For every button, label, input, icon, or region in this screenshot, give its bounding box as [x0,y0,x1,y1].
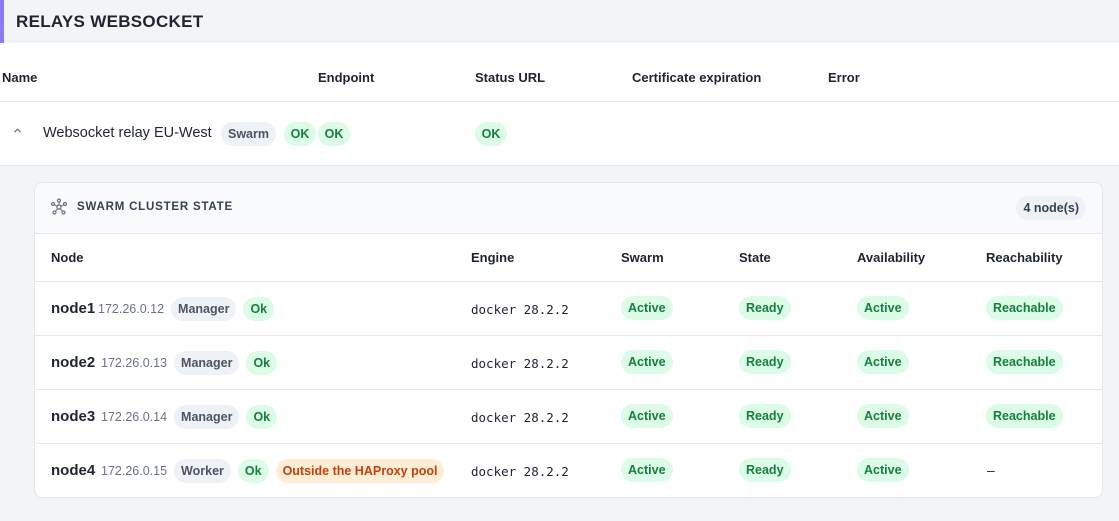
node-availability-badge: Active [857,458,909,482]
col-name: Name [2,70,38,85]
node-health-badge: Ok [246,405,278,429]
endpoint-ok-badge: OK [284,122,316,146]
node-meta: 172.26.0.12 Manager Ok [98,297,275,321]
cluster-icon [50,198,68,216]
node-meta: 172.26.0.13 Manager Ok [101,351,278,375]
node-meta: 172.26.0.14 Manager Ok [101,405,278,429]
node-engine: docker 28.2.2 [471,302,569,317]
node-swarm-badge: Active [621,296,673,320]
node-ip: 172.26.0.13 [101,356,168,370]
node-role-badge: Manager [174,351,240,375]
node-engine: docker 28.2.2 [471,356,569,371]
node-engine: docker 28.2.2 [471,464,569,479]
table-row: node4 172.26.0.15 Worker Ok Outside the … [35,444,1102,497]
swarm-badge: Swarm [221,122,276,146]
node-engine: docker 28.2.2 [471,410,569,425]
node-role-badge: Worker [174,459,231,483]
node-swarm-badge: Active [621,350,673,374]
node-state-badge: Ready [739,296,791,320]
swarm-card-title: SWARM CLUSTER STATE [77,201,233,213]
node-availability-badge: Active [857,404,909,428]
node-role-badge: Manager [174,405,240,429]
col-swarm: Swarm [621,250,664,265]
relay-table-header: Name Endpoint Status URL Certificate exp… [0,55,1119,102]
node-health-badge: Ok [246,351,278,375]
node-availability-badge: Active [857,350,909,374]
section-title: RELAYS WEBSOCKET [16,11,204,31]
status-url-ok-badge: OK [475,122,507,146]
node-swarm-badge: Active [621,458,673,482]
relay-name: Websocket relay EU-West [43,125,212,141]
table-row: node2 172.26.0.13 Manager Ok docker 28.2… [35,336,1102,390]
node-name: node1 [51,300,96,317]
chevron-up-icon[interactable] [13,126,22,138]
table-row: node1 172.26.0.12 Manager Ok docker 28.2… [35,282,1102,336]
section-header: RELAYS WEBSOCKET [0,0,1119,43]
swarm-cluster-card: SWARM CLUSTER STATE 4 node(s) Node Engin… [34,182,1103,498]
node-swarm-badge: Active [621,404,673,428]
node-ip: 172.26.0.14 [101,410,168,424]
col-node: Node [51,250,84,265]
node-name: node2 [51,354,96,371]
node-state-badge: Ready [739,404,791,428]
node-health-badge: Ok [243,297,275,321]
node-count-badge: 4 node(s) [1016,196,1086,220]
node-health-badge: Ok [237,459,269,483]
swarm-card-header: SWARM CLUSTER STATE 4 node(s) [35,183,1102,234]
node-reachability-badge: Reachable [986,350,1063,374]
relay-row[interactable]: Websocket relay EU-West Swarm OK OK OK [0,102,1119,166]
node-ip: 172.26.0.12 [98,302,165,316]
node-warning-badge: Outside the HAProxy pool [275,459,445,483]
col-status-url: Status URL [475,70,546,85]
node-reachability-badge: Reachable [986,404,1063,428]
node-name: node3 [51,408,96,425]
node-table-header: Node Engine Swarm State Availability Rea… [35,234,1102,282]
col-endpoint: Endpoint [318,70,375,85]
node-name: node4 [51,462,96,479]
table-row: node3 172.26.0.14 Manager Ok docker 28.2… [35,390,1102,444]
node-state-badge: Ready [739,458,791,482]
col-reachability: Reachability [986,250,1063,265]
node-role-badge: Manager [171,297,237,321]
col-engine: Engine [471,250,515,265]
node-state-badge: Ready [739,350,791,374]
col-certificate-expiration: Certificate expiration [632,70,762,85]
node-reachability-badge: Reachable [986,296,1063,320]
node-availability-badge: Active [857,296,909,320]
col-error: Error [828,70,860,85]
col-availability: Availability [857,250,926,265]
endpoint-ok-badge-2: OK [318,122,350,146]
col-state: State [739,250,771,265]
node-meta: 172.26.0.15 Worker Ok Outside the HAProx… [101,459,445,483]
node-ip: 172.26.0.15 [101,464,168,478]
node-reachability-empty: – [987,462,995,478]
